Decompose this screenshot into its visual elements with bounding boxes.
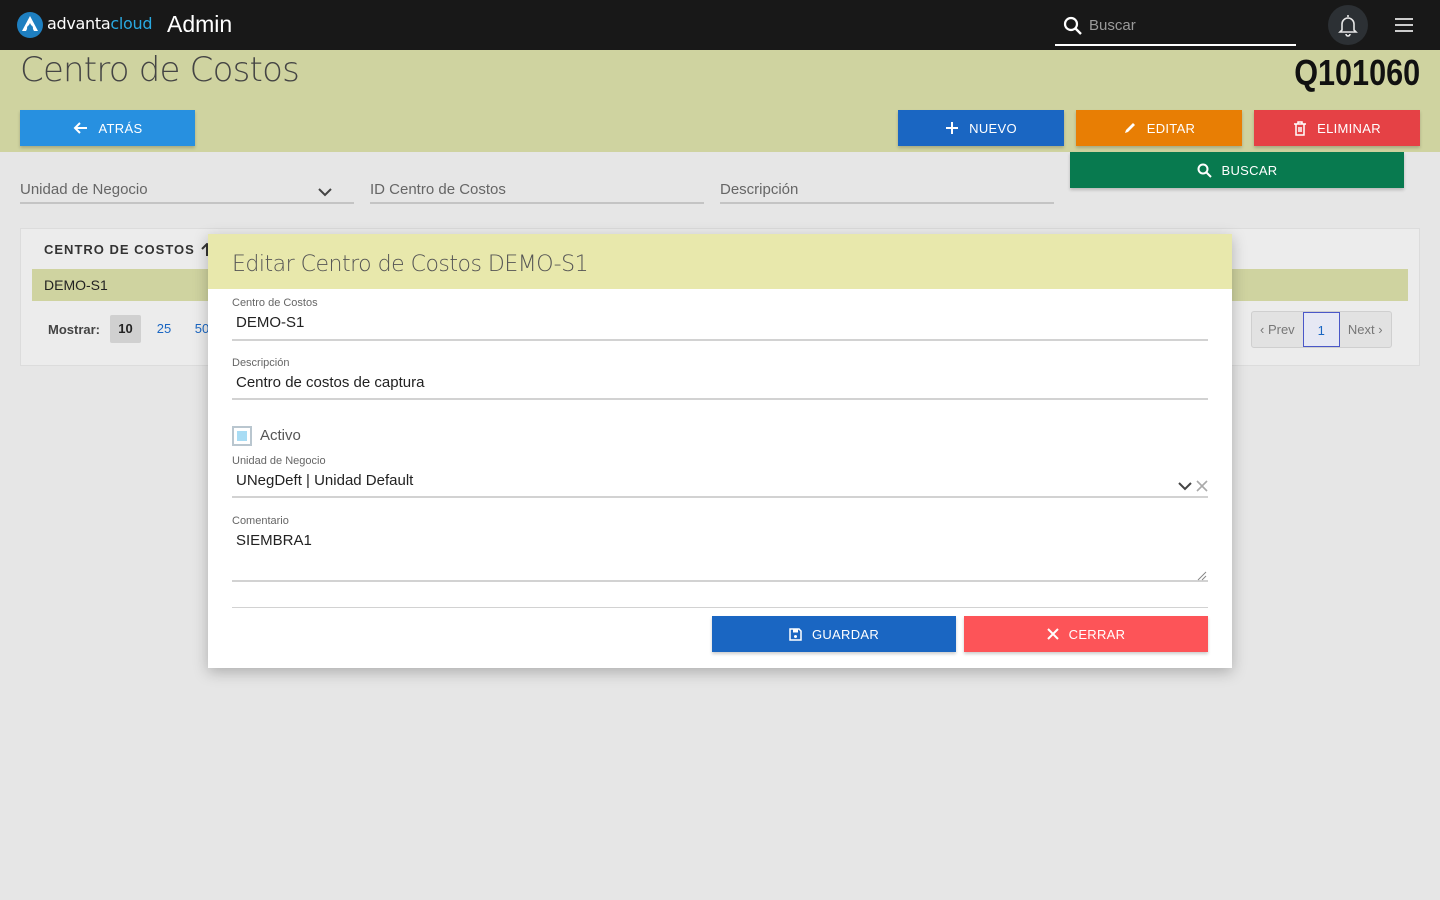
footer-divider: [232, 607, 1208, 608]
global-search-input[interactable]: [1087, 14, 1287, 36]
top-navbar: advantacloud Admin: [0, 0, 1440, 50]
trash-icon: [1294, 120, 1307, 136]
business-unit-filter[interactable]: Unidad de Negocio: [20, 178, 354, 204]
business-unit-filter-label: Unidad de Negocio: [20, 181, 148, 198]
save-label: GUARDAR: [811, 626, 880, 642]
business-unit-label: Unidad de Negocio: [232, 455, 326, 467]
active-checkbox[interactable]: [232, 426, 252, 446]
close-icon: [1046, 628, 1059, 640]
business-unit-select[interactable]: Unidad de Negocio UNegDeft | Unidad Defa…: [232, 455, 1208, 499]
cost-center-field[interactable]: Centro de Costos DEMO-S1: [232, 297, 1208, 341]
field-underline: [232, 496, 1208, 498]
page-size-10[interactable]: 10: [110, 315, 141, 343]
active-label: Activo: [260, 427, 301, 444]
comment-field[interactable]: Comentario SIEMBRA1: [232, 515, 1208, 583]
chevron-down-icon[interactable]: [1178, 482, 1192, 491]
modal-header: Editar Centro de Costos DEMO-S1: [208, 234, 1232, 289]
pagination: ‹ Prev 1 Next ›: [1251, 311, 1392, 348]
new-label: NUEVO: [969, 120, 1017, 136]
page-size-label: Mostrar:: [48, 322, 101, 337]
close-label: CERRAR: [1068, 626, 1126, 642]
record-code: Q101060: [1294, 52, 1420, 93]
resize-handle-icon[interactable]: [1197, 571, 1207, 581]
field-underline: [232, 398, 1208, 400]
brand-name: advantacloud: [47, 14, 153, 33]
cost-center-label: Centro de Costos: [232, 297, 318, 309]
next-page-button[interactable]: Next ›: [1340, 312, 1391, 347]
edit-cost-center-modal: Editar Centro de Costos DEMO-S1 Centro d…: [208, 234, 1232, 668]
delete-button[interactable]: ELIMINAR: [1254, 110, 1420, 146]
page-title: Centro de Costos: [20, 50, 300, 90]
floppy-disk-icon: [789, 627, 802, 641]
plus-icon: [946, 122, 959, 134]
new-button[interactable]: NUEVO: [898, 110, 1064, 146]
arrow-left-icon: [73, 122, 87, 134]
edit-button[interactable]: EDITAR: [1076, 110, 1242, 146]
select-controls: [1178, 480, 1208, 492]
page-size-25[interactable]: 25: [150, 315, 178, 343]
column-header-label: CENTRO DE COSTOS: [44, 242, 195, 257]
description-filter-label: Descripción: [720, 181, 799, 198]
search-label: BUSCAR: [1221, 162, 1278, 178]
field-underline: [232, 339, 1208, 341]
cost-center-id-filter[interactable]: ID Centro de Costos: [370, 178, 704, 204]
advantacloud-logo-icon[interactable]: [16, 11, 44, 39]
app-name: Admin: [167, 11, 233, 37]
save-button[interactable]: GUARDAR: [712, 616, 956, 652]
pencil-icon: [1124, 123, 1135, 133]
table-cell: DEMO-S1: [44, 277, 108, 293]
comment-label: Comentario: [232, 515, 289, 527]
cost-center-id-filter-label: ID Centro de Costos: [370, 181, 506, 198]
search-icon: [1197, 163, 1212, 178]
delete-label: ELIMINAR: [1317, 120, 1381, 136]
column-header-cost-center[interactable]: CENTRO DE COSTOS: [44, 242, 213, 257]
description-field[interactable]: Descripción Centro de costos de captura: [232, 357, 1208, 401]
cost-center-value[interactable]: DEMO-S1: [236, 314, 304, 331]
comment-value[interactable]: SIEMBRA1: [236, 532, 312, 549]
global-search: [1055, 6, 1296, 46]
business-unit-value[interactable]: UNegDeft | Unidad Default: [236, 472, 413, 489]
clear-icon[interactable]: [1196, 480, 1208, 492]
chevron-down-icon: [318, 188, 332, 197]
back-label: ATRÁS: [98, 120, 143, 136]
search-icon: [1063, 16, 1082, 35]
back-button[interactable]: ATRÁS: [20, 110, 195, 146]
notifications-button[interactable]: [1328, 5, 1368, 45]
brand-part-1: advanta: [47, 14, 111, 33]
prev-page-button[interactable]: ‹ Prev: [1252, 312, 1303, 347]
close-button[interactable]: CERRAR: [964, 616, 1208, 652]
field-underline: [232, 580, 1208, 582]
description-value[interactable]: Centro de costos de captura: [236, 374, 424, 391]
edit-label: EDITAR: [1146, 120, 1196, 136]
brand-part-2: cloud: [110, 14, 153, 33]
modal-title: Editar Centro de Costos DEMO-S1: [232, 252, 589, 277]
description-label: Descripción: [232, 357, 290, 369]
hamburger-menu-icon[interactable]: [1393, 16, 1415, 34]
page-1-button[interactable]: 1: [1302, 312, 1340, 347]
search-button[interactable]: BUSCAR: [1070, 152, 1404, 188]
bell-icon: [1338, 15, 1358, 37]
description-filter[interactable]: Descripción: [720, 178, 1054, 204]
